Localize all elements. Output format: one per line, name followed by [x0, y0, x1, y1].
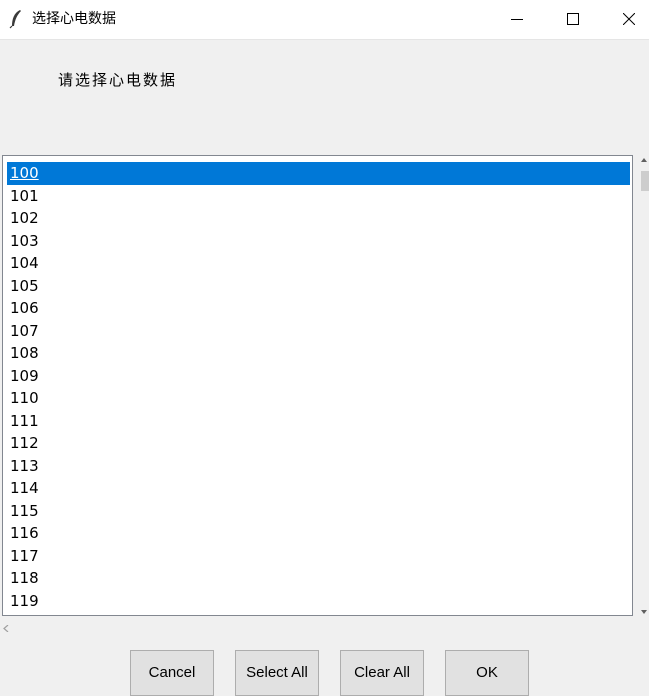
list-item[interactable]: 109 — [7, 365, 630, 388]
maximize-button[interactable] — [550, 0, 596, 39]
minimize-button[interactable] — [494, 0, 540, 39]
list-item-label: 111 — [10, 411, 39, 430]
list-item-label: 110 — [10, 389, 39, 407]
close-button[interactable] — [606, 0, 649, 39]
list-item[interactable]: 118 — [7, 567, 630, 590]
list-item[interactable]: 106 — [7, 297, 630, 320]
list-item-label: 113 — [10, 456, 39, 475]
list-item-label: 108 — [10, 344, 39, 362]
prompt-label: 请选择心电数据 — [58, 71, 178, 89]
list-item[interactable]: 117 — [7, 545, 630, 568]
vertical-scrollbar[interactable] — [639, 155, 649, 617]
list-item-label: 107 — [10, 321, 39, 340]
maximize-icon — [567, 13, 579, 25]
list-item[interactable]: 100 — [7, 162, 630, 185]
list-item-label: 112 — [10, 434, 39, 452]
list-item-label: 100 — [10, 164, 39, 182]
clear-all-button[interactable]: Clear All — [340, 650, 424, 696]
list-item[interactable]: 101 — [7, 185, 630, 208]
list-item[interactable]: 110 — [7, 387, 630, 410]
ok-button[interactable]: OK — [445, 650, 529, 696]
list-item-label: 102 — [10, 209, 39, 227]
list-item[interactable]: 111 — [7, 410, 630, 433]
list-item-label: 104 — [10, 254, 39, 272]
list-item[interactable]: 105 — [7, 275, 630, 298]
list-item[interactable]: 108 — [7, 342, 630, 365]
list-item-label: 101 — [10, 186, 39, 205]
list-item[interactable]: 103 — [7, 230, 630, 253]
list-item[interactable]: 102 — [7, 207, 630, 230]
select-all-button[interactable]: Select All — [235, 650, 319, 696]
list-item[interactable]: 112 — [7, 432, 630, 455]
list-item-label: 109 — [10, 366, 39, 385]
record-listbox[interactable]: 100 101 102 103 104 105 106 107 108 109 110 111 112 1… — [2, 155, 633, 616]
scroll-left-icon[interactable] — [3, 625, 9, 632]
horizontal-scrollbar[interactable] — [0, 622, 649, 634]
scroll-thumb[interactable] — [641, 171, 649, 191]
list-item-label: 119 — [10, 591, 39, 610]
list-item-label: 116 — [10, 524, 39, 542]
list-item-label: 105 — [10, 276, 39, 295]
list-item[interactable]: 114 — [7, 477, 630, 500]
list-item[interactable]: 116 — [7, 522, 630, 545]
list-item-label: 118 — [10, 569, 39, 587]
list-item[interactable]: 115 — [7, 500, 630, 523]
close-icon — [623, 13, 635, 25]
cancel-button[interactable]: Cancel — [130, 650, 214, 696]
scroll-down-icon[interactable] — [641, 609, 647, 615]
list-item[interactable]: 107 — [7, 320, 630, 343]
list-item-label: 115 — [10, 501, 39, 520]
title-bar: 选择心电数据 — [0, 0, 649, 40]
list-item-label: 103 — [10, 231, 39, 250]
minimize-icon — [511, 19, 523, 20]
scroll-up-icon[interactable] — [641, 157, 647, 163]
feather-icon — [8, 9, 24, 29]
list-item[interactable]: 119 — [7, 590, 630, 613]
list-item-label: 117 — [10, 546, 39, 565]
window-title: 选择心电数据 — [32, 11, 116, 27]
list-item[interactable]: 104 — [7, 252, 630, 275]
list-item-label: 114 — [10, 479, 39, 497]
list-item[interactable]: 113 — [7, 455, 630, 478]
list-item-label: 106 — [10, 299, 39, 317]
